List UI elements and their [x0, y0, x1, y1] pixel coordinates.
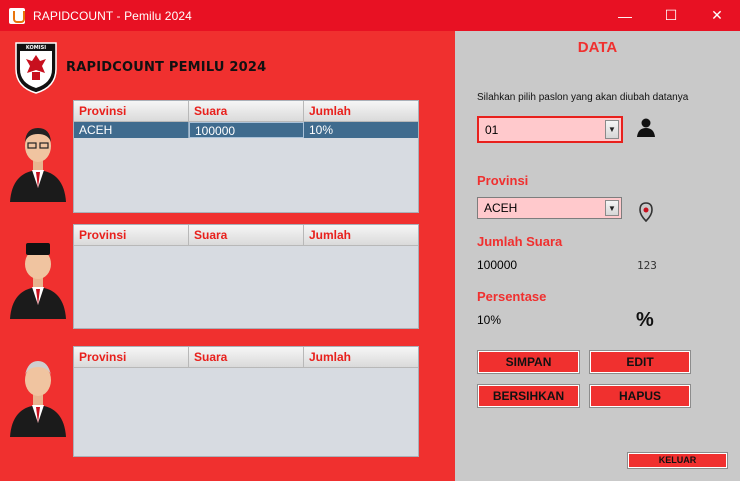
keluar-button[interactable]: KELUAR	[628, 453, 727, 468]
form-heading: DATA	[577, 39, 618, 56]
column-header-provinsi[interactable]: Provinsi	[74, 347, 189, 367]
column-header-provinsi[interactable]: Provinsi	[74, 225, 189, 245]
form-hint: Silahkan pilih paslon yang akan diubah d…	[477, 92, 689, 103]
maximize-button[interactable]: ☐	[648, 0, 694, 31]
data-form-panel: DATA Silahkan pilih paslon yang akan diu…	[455, 31, 740, 481]
jumlah-suara-label: Jumlah Suara	[477, 234, 563, 249]
column-header-jumlah[interactable]: Jumlah	[304, 225, 418, 245]
column-header-jumlah[interactable]: Jumlah	[304, 347, 418, 367]
table-header: Provinsi Suara Jumlah	[74, 225, 418, 246]
results-panel: KOMISI RAPIDCOUNT PEMILU 2024 Provinsi S…	[0, 31, 455, 481]
chevron-down-icon[interactable]: ▼	[605, 200, 619, 216]
chevron-down-icon[interactable]: ▼	[605, 120, 619, 139]
persentase-label: Persentase	[477, 289, 547, 304]
person-icon	[637, 118, 655, 137]
window-controls: — ☐ ✕	[602, 0, 740, 31]
bersihkan-button[interactable]: BERSIHKAN	[478, 385, 579, 407]
candidate-2-avatar-icon	[10, 243, 66, 319]
cell-suara[interactable]: 100000	[189, 122, 304, 138]
provinsi-label: Provinsi	[477, 173, 529, 188]
candidate-1-avatar-icon	[10, 128, 66, 202]
cell-provinsi[interactable]: ACEH	[74, 122, 189, 138]
vote-table-3[interactable]: Provinsi Suara Jumlah	[73, 346, 419, 457]
paslon-select-value: 01	[485, 122, 499, 137]
table-header: Provinsi Suara Jumlah	[74, 101, 418, 122]
hapus-button[interactable]: HAPUS	[590, 385, 690, 407]
java-app-icon	[9, 7, 25, 24]
location-pin-icon	[639, 202, 653, 222]
table-row[interactable]: ACEH 100000 10%	[74, 122, 418, 138]
jumlah-suara-value[interactable]: 100000	[477, 258, 517, 272]
close-button[interactable]: ✕	[694, 0, 740, 31]
app-brand-title: RAPIDCOUNT PEMILU 2024	[66, 60, 267, 75]
provinsi-select-value: ACEH	[484, 201, 518, 215]
svg-text:KOMISI: KOMISI	[26, 45, 46, 51]
window-title: RAPIDCOUNT - Pemilu 2024	[33, 8, 192, 23]
paslon-select[interactable]: 01 ▼	[477, 116, 623, 143]
title-bar: RAPIDCOUNT - Pemilu 2024 — ☐ ✕	[0, 0, 740, 31]
persentase-value[interactable]: 10%	[477, 313, 501, 327]
column-header-suara[interactable]: Suara	[189, 225, 304, 245]
percent-icon: %	[636, 309, 654, 331]
cell-jumlah[interactable]: 10%	[304, 122, 418, 138]
vote-table-1[interactable]: Provinsi Suara Jumlah ACEH 100000 10%	[73, 100, 419, 213]
vote-table-2[interactable]: Provinsi Suara Jumlah	[73, 224, 419, 329]
minimize-button[interactable]: —	[602, 0, 648, 31]
kpu-logo-icon: KOMISI	[15, 42, 57, 94]
column-header-suara[interactable]: Suara	[189, 101, 304, 121]
table-header: Provinsi Suara Jumlah	[74, 347, 418, 368]
edit-button[interactable]: EDIT	[590, 351, 690, 373]
column-header-suara[interactable]: Suara	[189, 347, 304, 367]
candidate-3-avatar-icon	[10, 361, 66, 437]
app-window: RAPIDCOUNT - Pemilu 2024 — ☐ ✕ KOMISI RA…	[0, 0, 740, 481]
column-header-provinsi[interactable]: Provinsi	[74, 101, 189, 121]
numbers-icon: 123	[637, 259, 657, 272]
simpan-button[interactable]: SIMPAN	[478, 351, 579, 373]
column-header-jumlah[interactable]: Jumlah	[304, 101, 418, 121]
provinsi-select[interactable]: ACEH ▼	[477, 197, 622, 219]
